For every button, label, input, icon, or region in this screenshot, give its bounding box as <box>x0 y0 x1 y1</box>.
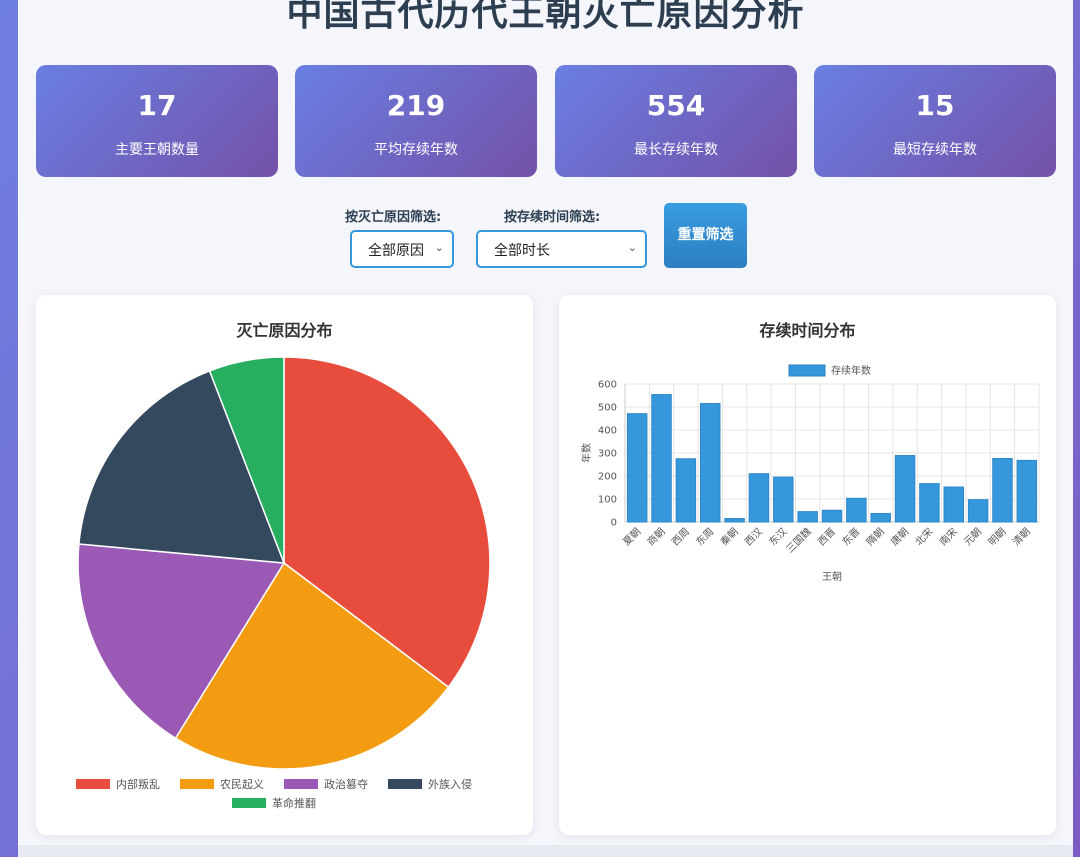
x-tick-label: 秦朝 <box>717 525 740 548</box>
legend-label: 革命推翻 <box>272 796 316 810</box>
x-tick-label: 唐朝 <box>888 525 911 548</box>
bottom-strip <box>18 845 1073 857</box>
bar[interactable] <box>1016 459 1038 523</box>
pie-chart: 内部叛乱 农民起义 政治篡夺 外族入侵革命推翻 <box>76 356 491 810</box>
bar[interactable] <box>699 403 721 523</box>
x-tick-label: 隋朝 <box>863 525 886 548</box>
legend-label: 外族入侵 <box>428 777 472 791</box>
bar[interactable] <box>773 476 794 523</box>
bar[interactable] <box>797 511 818 523</box>
chevron-down-icon: ⌄ <box>434 241 444 254</box>
stat-value: 17 <box>137 89 177 122</box>
x-tick-label: 商朝 <box>644 525 667 548</box>
bar[interactable] <box>967 499 989 523</box>
x-tick-label: 三国魏 <box>783 525 813 555</box>
stat-card-average-years: 219 平均存续年数 <box>295 65 537 177</box>
legend-label: 内部叛乱 <box>116 777 160 791</box>
x-tick-label: 西周 <box>669 526 692 549</box>
bar[interactable] <box>894 455 916 523</box>
legend-swatch <box>388 779 422 789</box>
bar-chart-panel: 存续时间分布 存续年数 0 100 200 300 400 500 600 夏朝 商朝 西周 东周 秦朝… <box>559 295 1056 835</box>
x-tick-label: 东周 <box>693 525 716 548</box>
x-tick-label: 清朝 <box>1010 525 1033 548</box>
x-tick-label: 元朝 <box>962 526 985 549</box>
y-tick-label: 100 <box>598 495 617 506</box>
stat-card-longest-years: 554 最长存续年数 <box>555 65 797 177</box>
y-tick-label: 600 <box>598 380 617 391</box>
legend-swatch <box>232 798 266 808</box>
x-tick-label: 西汉 <box>742 526 765 549</box>
legend-label: 政治篡夺 <box>324 777 368 791</box>
reason-filter-value: 全部原因 <box>368 243 424 259</box>
main-container: 中国古代历代王朝灭亡原因分析 17 主要王朝数量 219 平均存续年数 554 … <box>18 0 1073 857</box>
legend-swatch <box>180 779 214 789</box>
x-tick-label: 东汉 <box>766 525 789 548</box>
chevron-down-icon: ⌄ <box>627 241 637 254</box>
bar[interactable] <box>821 509 843 523</box>
bar[interactable] <box>870 512 891 523</box>
x-tick-label: 北宋 <box>912 525 935 548</box>
bar[interactable] <box>992 458 1013 523</box>
duration-filter-value: 全部时长 <box>494 243 550 259</box>
legend-label: 农民起义 <box>220 777 264 791</box>
reason-filter-select[interactable]: 全部原因 ⌄ <box>350 230 454 268</box>
bar[interactable] <box>846 497 867 523</box>
y-tick-label: 200 <box>598 472 617 483</box>
x-tick-label: 明朝 <box>986 526 1009 549</box>
y-tick-label: 0 <box>611 518 617 529</box>
duration-filter-select[interactable]: 全部时长 ⌄ <box>476 230 647 268</box>
x-tick-label: 夏朝 <box>621 526 644 549</box>
bar[interactable] <box>724 518 745 523</box>
legend-swatch <box>76 779 110 789</box>
stat-value: 219 <box>386 89 446 122</box>
pie-chart-panel: 灭亡原因分布 内部叛乱 农民起义 政治篡夺 外族入侵 革命推翻 <box>36 295 533 835</box>
stat-label: 最长存续年数 <box>634 142 718 158</box>
bar[interactable] <box>626 413 648 523</box>
y-axis-title: 年数 <box>580 443 593 463</box>
bar[interactable] <box>651 394 672 523</box>
legend-swatch <box>284 779 318 789</box>
y-tick-label: 300 <box>598 449 617 460</box>
reset-filter-button[interactable]: 重置筛选 <box>664 203 747 268</box>
stat-label: 平均存续年数 <box>374 142 458 158</box>
legend-swatch <box>788 364 826 377</box>
y-tick-label: 400 <box>598 426 617 437</box>
stat-label: 主要王朝数量 <box>115 142 199 158</box>
x-tick-label: 东晋 <box>839 525 862 548</box>
stat-value: 15 <box>915 89 955 122</box>
bar[interactable] <box>675 458 697 523</box>
reason-filter-label: 按灭亡原因筛选: <box>345 210 442 225</box>
x-tick-label: 南宋 <box>937 525 960 548</box>
legend-label: 存续年数 <box>831 364 871 377</box>
stat-value: 554 <box>646 89 706 122</box>
stat-card-dynasty-count: 17 主要王朝数量 <box>36 65 278 177</box>
bar-chart: 存续年数 0 100 200 300 400 500 600 夏朝 商朝 西周 东周 秦朝 西汉 东汉三国魏… <box>580 364 1040 583</box>
bar[interactable] <box>919 483 940 523</box>
bar[interactable] <box>943 486 965 523</box>
stat-card-shortest-years: 15 最短存续年数 <box>814 65 1056 177</box>
duration-filter-label: 按存续时间筛选: <box>504 210 601 225</box>
stat-label: 最短存续年数 <box>893 142 977 158</box>
y-tick-label: 500 <box>598 403 617 414</box>
page-title: 中国古代历代王朝灭亡原因分析 <box>286 0 805 34</box>
bar[interactable] <box>748 473 770 523</box>
x-axis-title: 王朝 <box>822 571 842 583</box>
x-tick-label: 西晋 <box>815 526 838 549</box>
